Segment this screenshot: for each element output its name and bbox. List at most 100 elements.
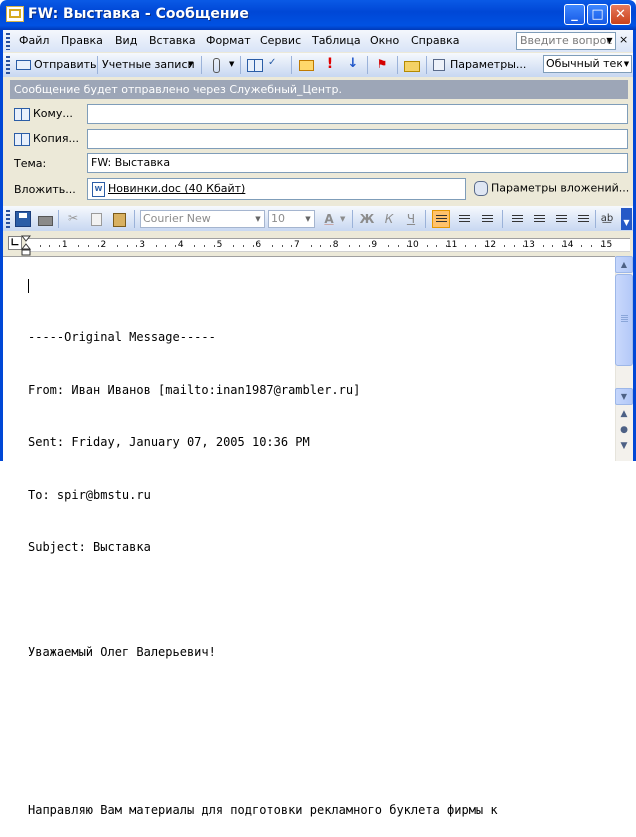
toolbar-divider	[240, 56, 241, 74]
ruler-tick	[88, 245, 90, 247]
indent-marker[interactable]	[20, 235, 32, 257]
ruler-tick	[136, 245, 138, 247]
cc-input[interactable]	[87, 129, 628, 149]
follow-up-flag-icon[interactable]: ⚑	[374, 57, 390, 73]
chevron-down-icon[interactable]: ▼	[622, 60, 631, 68]
increase-indent-button[interactable]	[574, 210, 592, 228]
ruler-tick	[513, 245, 515, 247]
align-center-button[interactable]	[455, 210, 473, 228]
word-document-icon: W	[92, 181, 105, 197]
info-bar: Сообщение будет отправлено через Служебн…	[10, 80, 628, 99]
decrease-indent-button[interactable]	[552, 210, 570, 228]
copy-icon[interactable]	[88, 211, 104, 227]
menu-grip-handle[interactable]	[6, 33, 10, 50]
chevron-down-icon[interactable]: ▼	[340, 215, 345, 223]
ruler-tick	[175, 245, 177, 247]
menu-edit[interactable]: Правка	[61, 34, 103, 47]
send-button[interactable]: Отправить	[14, 57, 102, 74]
align-left-button[interactable]	[432, 210, 450, 228]
bold-button[interactable]: Ж	[358, 210, 376, 228]
check-names-icon[interactable]: ✓	[268, 57, 284, 73]
toolbar-grip-handle[interactable]	[6, 56, 10, 74]
folder-icon[interactable]	[403, 57, 420, 73]
accounts-button[interactable]: Учетные записи ▼	[102, 57, 198, 74]
high-importance-icon[interactable]: !	[322, 56, 338, 72]
font-size-select[interactable]: 10 ▼	[268, 210, 315, 228]
toolbar-divider	[352, 210, 353, 228]
ruler-tick	[49, 245, 51, 247]
previous-page-icon[interactable]: ▲	[615, 407, 633, 421]
subject-input[interactable]: FW: Выставка	[87, 153, 628, 173]
format-grip-handle[interactable]	[6, 210, 10, 228]
close-button[interactable]: ✕	[610, 4, 631, 25]
bullet-list-icon	[533, 215, 545, 224]
options-button[interactable]: Параметры...	[432, 57, 538, 74]
low-importance-icon[interactable]: ↓	[345, 56, 361, 72]
body-line: -----Original Message-----	[28, 330, 216, 344]
to-label: Кому...	[33, 107, 73, 120]
print-icon[interactable]	[37, 211, 53, 227]
font-name-select[interactable]: Courier New ▼	[140, 210, 265, 228]
address-book-icon	[14, 107, 30, 121]
ruler-label: 10	[407, 240, 419, 250]
horizontal-ruler[interactable]: 1 2 3 4 5 6 7 8 9 10 11 12 13 14 15	[26, 238, 630, 252]
to-input[interactable]	[87, 104, 628, 124]
maximize-button[interactable]: □	[587, 4, 608, 25]
ruler-tick	[320, 245, 322, 247]
chevron-down-icon[interactable]: ▼	[604, 33, 615, 49]
style-button[interactable]: a͟b	[598, 210, 616, 228]
numbered-list-button[interactable]	[508, 210, 526, 228]
menu-format[interactable]: Формат	[206, 34, 251, 47]
ruler-tick	[310, 245, 312, 247]
ruler-label: 6	[255, 240, 262, 250]
menu-table[interactable]: Таблица	[312, 34, 361, 47]
paste-icon[interactable]	[111, 211, 127, 227]
message-format-select[interactable]: Обычный текст	[543, 55, 632, 73]
message-body-text[interactable]: -----Original Message----- From: Иван Ив…	[28, 294, 498, 837]
toolbar-divider	[397, 56, 398, 74]
italic-button[interactable]: К	[380, 210, 398, 228]
ruler-tick	[213, 245, 215, 247]
align-right-button[interactable]	[478, 210, 496, 228]
ruler-tick	[59, 245, 61, 247]
to-label-wrap: Кому...	[14, 107, 73, 121]
help-search-input[interactable]: Введите вопрос	[516, 32, 616, 50]
scroll-thumb[interactable]	[615, 274, 633, 366]
toolbar-options-chevron[interactable]: ▼	[621, 208, 632, 230]
font-color-button[interactable]: A	[320, 210, 338, 228]
cut-icon[interactable]: ✂	[65, 211, 81, 227]
browse-object-icon[interactable]: ●	[615, 423, 633, 437]
scroll-up-button[interactable]: ▲	[615, 256, 633, 273]
address-book-icon	[14, 132, 30, 146]
save-icon[interactable]	[15, 211, 31, 227]
envelope-icon[interactable]	[6, 6, 24, 22]
chevron-down-icon[interactable]: ▼	[229, 60, 234, 68]
next-page-icon[interactable]: ▼	[615, 439, 633, 453]
menu-tools[interactable]: Сервис	[260, 34, 301, 47]
paperclip-icon[interactable]	[208, 57, 224, 73]
attachment-field[interactable]: W Новинки.doc (40 Кбайт)	[87, 178, 466, 200]
attachment-link[interactable]: Новинки.doc (40 Кбайт)	[108, 182, 245, 195]
tab-stop-selector[interactable]: ∟	[8, 236, 22, 250]
minimize-button[interactable]: _	[564, 4, 585, 25]
document-close-button[interactable]: ×	[619, 33, 628, 46]
ruler-label: 7	[294, 240, 300, 250]
scroll-down-button[interactable]: ▼	[615, 388, 633, 405]
menu-insert[interactable]: Вставка	[149, 34, 196, 47]
toolbar-divider	[502, 210, 503, 228]
bullet-list-button[interactable]	[530, 210, 548, 228]
chevron-down-icon: ▼	[188, 60, 194, 68]
ruler-label: 4	[177, 240, 184, 250]
underline-button[interactable]: Ч	[402, 210, 420, 228]
menu-window[interactable]: Окно	[370, 34, 399, 47]
address-book-icon[interactable]	[246, 57, 263, 73]
options-button-label: Параметры...	[450, 58, 527, 71]
menu-file[interactable]: Файл	[19, 34, 49, 47]
attach-label[interactable]: Вложить...	[14, 183, 76, 196]
ruler-tick	[475, 245, 477, 247]
flag-envelope-icon[interactable]	[298, 57, 314, 73]
attachment-options-button[interactable]: Параметры вложений...	[474, 181, 629, 196]
options-icon	[433, 59, 445, 71]
menu-view[interactable]: Вид	[115, 34, 137, 47]
menu-help[interactable]: Справка	[411, 34, 459, 47]
